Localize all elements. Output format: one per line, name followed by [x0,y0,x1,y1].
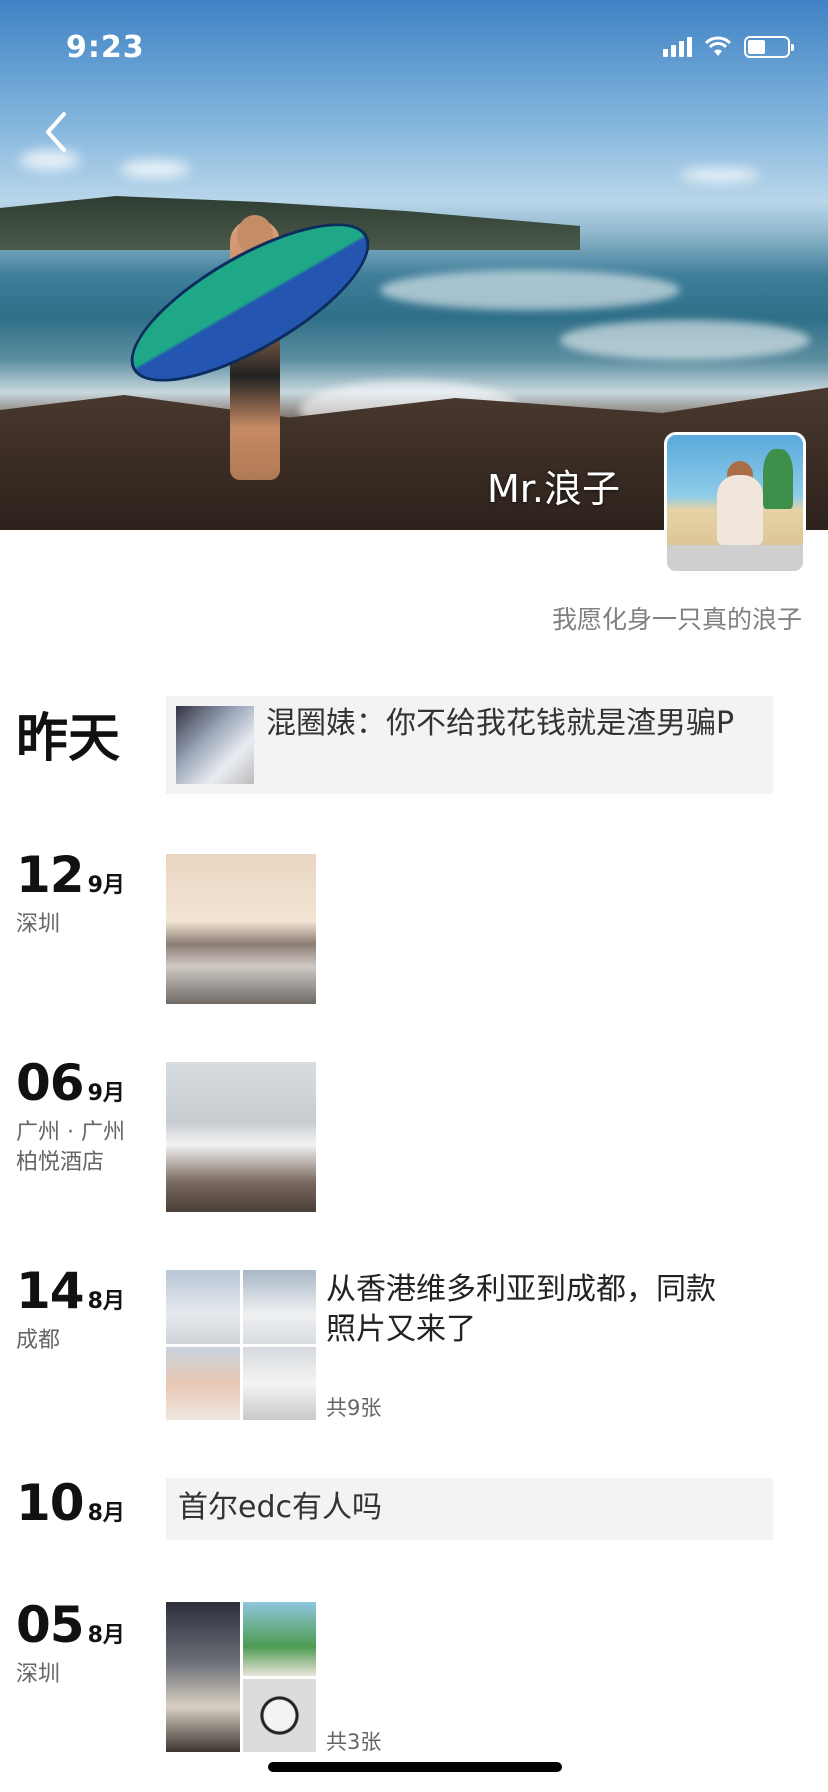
date-label: 10 8月 [16,1474,125,1532]
date-day: 05 [16,1596,85,1654]
location-label: 深圳 [16,1662,61,1687]
location-label: 成都 [16,1328,61,1353]
profile-signature: 我愿化身一只真的浪子 [551,605,802,634]
date-month: 8月 [87,1623,125,1648]
photo-count: 共3张 [326,1730,382,1754]
grid-photo [242,1346,316,1420]
grid-photo [166,1346,240,1420]
date-label: 14 8月 [16,1262,125,1320]
location-label: 广州 · 广州 柏悦酒店 [16,1118,125,1178]
moment-text: 从香港维多利亚到成都，同款 照片又来了 [326,1270,716,1350]
date-month: 8月 [87,1501,125,1526]
moment-photo[interactable] [166,1062,316,1212]
back-button[interactable] [36,108,76,156]
date-label-yesterday: 昨天 [16,709,121,769]
location-label: 深圳 [16,912,61,937]
avatar[interactable] [664,432,806,574]
date-day: 10 [16,1474,85,1532]
moment-text-line: 照片又来了 [326,1312,476,1347]
moment-photo[interactable] [166,854,316,1004]
wave-foam [380,270,680,310]
battery-icon [744,36,794,58]
location-line: 广州 · 广州 [16,1120,125,1145]
date-month: 8月 [87,1289,125,1314]
cloud [680,168,760,182]
chevron-left-icon [46,112,66,152]
moment-card-text[interactable]: 首尔edc有人吗 [166,1478,773,1540]
date-day: 06 [16,1054,85,1112]
home-indicator[interactable] [268,1762,562,1772]
moment-photo-grid[interactable] [166,1270,316,1420]
photo-count: 共9张 [326,1396,382,1420]
grid-photo [242,1678,316,1752]
status-time: 9:23 [66,30,145,65]
moment-text: 混圈婊：你不给我花钱就是渣男骗P [266,706,735,741]
date-label: 12 9月 [16,846,125,904]
location-line: 柏悦酒店 [16,1150,105,1175]
moment-card-yesterday[interactable]: 混圈婊：你不给我花钱就是渣男骗P [166,696,773,794]
moment-photo-grid[interactable] [166,1602,316,1752]
status-icons [663,36,794,58]
date-day: 14 [16,1262,85,1320]
wave-foam [560,320,810,360]
cloud [120,160,190,178]
grid-photo [242,1602,316,1676]
cellular-signal-icon [663,37,692,57]
grid-photo [166,1602,240,1752]
grid-photo [242,1270,316,1344]
moment-text: 首尔edc有人吗 [178,1490,382,1525]
date-label: 06 9月 [16,1054,125,1112]
date-day: 12 [16,846,85,904]
date-month: 9月 [87,1081,125,1106]
profile-name: Mr.浪子 [486,467,620,511]
grid-photo [166,1270,240,1344]
date-label: 05 8月 [16,1596,125,1654]
wifi-icon [704,36,732,58]
date-month: 9月 [87,873,125,898]
moment-text-line: 从香港维多利亚到成都，同款 [326,1272,716,1307]
moment-thumbnail [176,706,254,784]
